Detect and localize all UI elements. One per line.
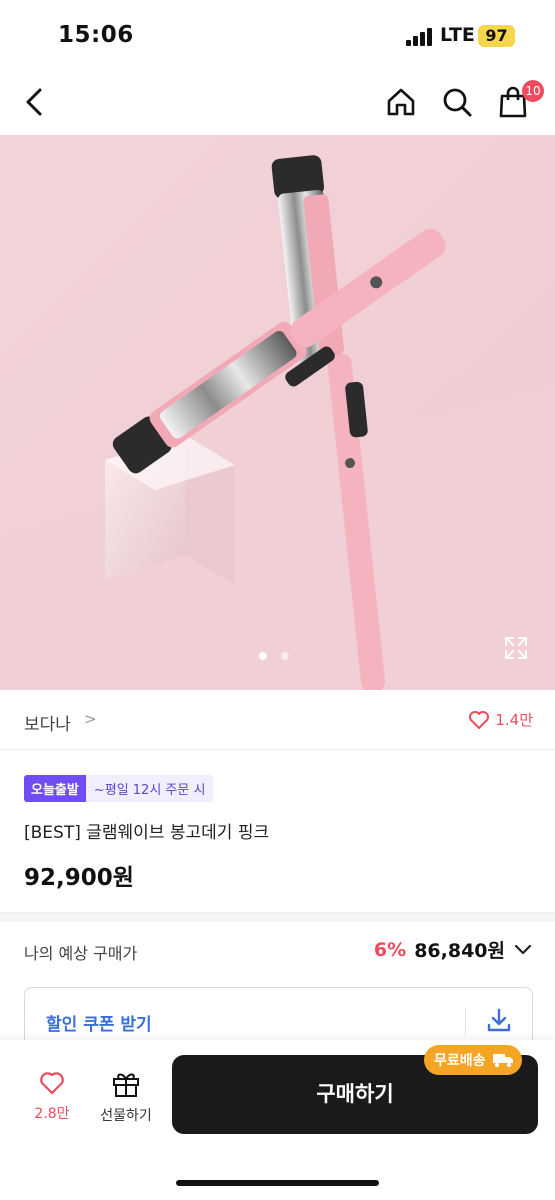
search-icon (443, 88, 472, 117)
search-button[interactable] (437, 82, 477, 122)
download-icon[interactable] (483, 1005, 515, 1037)
chevron-down-icon (514, 944, 532, 954)
truck-icon (492, 1054, 513, 1068)
battery-indicator: 97 (478, 25, 515, 47)
home-indicator (176, 1180, 379, 1186)
expand-icon (505, 637, 527, 659)
brand-like-count: 1.4만 (495, 711, 533, 729)
brand-chevron-icon: > (84, 710, 97, 728)
estimated-price-value[interactable]: 6% 86,840원 (374, 936, 533, 963)
coupon-separator (465, 1008, 466, 1036)
top-nav (0, 70, 555, 134)
brand-like-button[interactable]: 1.4만 (468, 709, 533, 730)
brand-row[interactable]: 보다나 > 1.4만 (0, 692, 555, 750)
discount-rate: 6% (373, 938, 407, 961)
signal-icon (406, 28, 434, 46)
estimated-price-row[interactable]: 나의 예상 구매가 6% 86,840원 (0, 922, 555, 978)
status-bar: 15:06 LTE 97 (0, 0, 555, 70)
cart-count-badge: 10 (522, 80, 544, 102)
gift-button[interactable]: 선물하기 (92, 1070, 160, 1125)
pagination-dot[interactable] (259, 652, 267, 660)
gift-icon (113, 1073, 139, 1097)
home-icon (387, 88, 415, 116)
estimated-price: 86,840원 (414, 940, 505, 962)
brand-name[interactable]: 보다나 (24, 710, 71, 735)
product-price: 92,900원 (24, 865, 134, 891)
product-title: [BEST] 글램웨이브 봉고데기 핑크 (24, 823, 270, 843)
today-shipping-badge: 오늘출발 (24, 775, 86, 802)
network-label: LTE (440, 24, 475, 46)
back-arrow-icon (26, 88, 42, 116)
order-deadline-badge: ~평일 12시 주문 시 (85, 775, 214, 802)
back-button[interactable] (14, 82, 54, 122)
free-shipping-label: 무료배송 (434, 1053, 486, 1069)
expand-image-button[interactable] (503, 635, 529, 661)
heart-icon (40, 1072, 64, 1095)
pagination-dot[interactable] (281, 652, 289, 660)
like-count: 2.8만 (34, 1106, 70, 1122)
heart-icon (469, 710, 490, 729)
free-shipping-badge: 무료배송 (424, 1045, 522, 1075)
product-image[interactable] (0, 135, 555, 690)
section-divider (0, 912, 555, 922)
gift-label: 선물하기 (100, 1108, 152, 1124)
status-time: 15:06 (58, 22, 134, 48)
home-button[interactable] (381, 82, 421, 122)
delivery-tag: 오늘출발 ~평일 12시 주문 시 (24, 775, 214, 802)
estimated-price-label: 나의 예상 구매가 (24, 944, 138, 963)
product-photo (0, 135, 555, 690)
image-pagination (259, 652, 289, 660)
like-button[interactable]: 2.8만 (24, 1070, 80, 1123)
coupon-label[interactable]: 할인 쿠폰 받기 (46, 1010, 152, 1035)
